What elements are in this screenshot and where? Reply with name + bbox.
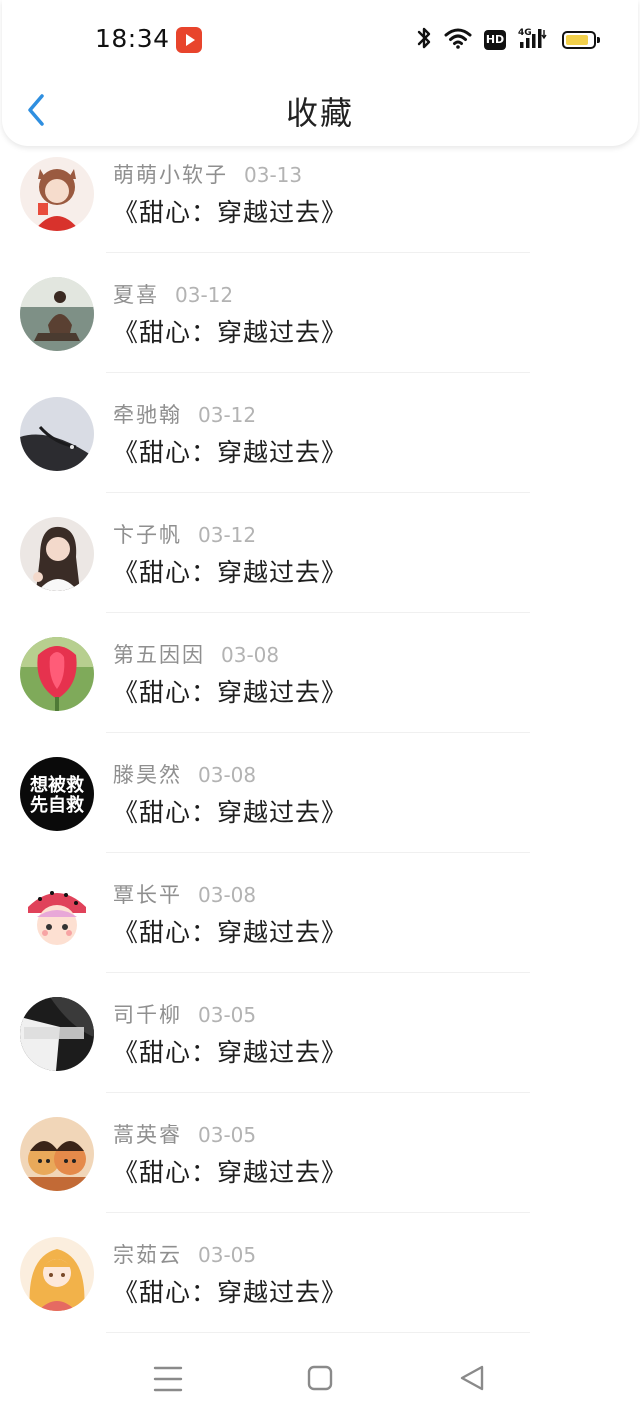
- book-title[interactable]: 《甜心：穿越过去》: [113, 673, 347, 709]
- system-nav-bar: [0, 1340, 640, 1422]
- divider: [106, 1332, 530, 1333]
- bluetooth-icon: [416, 26, 432, 54]
- list-item[interactable]: 想被救 先自救 滕昊然 03-08 《甜心：穿越过去》: [0, 733, 640, 853]
- list-item[interactable]: 司千柳 03-05 《甜心：穿越过去》: [0, 973, 640, 1093]
- status-time: 18:34: [95, 24, 170, 53]
- svg-text:4G: 4G: [518, 28, 532, 38]
- book-title[interactable]: 《甜心：穿越过去》: [113, 313, 347, 349]
- avatar: [20, 637, 94, 711]
- book-title[interactable]: 《甜心：穿越过去》: [113, 1273, 347, 1309]
- avatar: [20, 157, 94, 231]
- favorite-date: 03-05: [198, 1003, 257, 1027]
- favorite-date: 03-05: [198, 1123, 257, 1147]
- favorite-date: 03-12: [198, 523, 257, 547]
- list-item[interactable]: 第五因因 03-08 《甜心：穿越过去》: [0, 613, 640, 733]
- avatar: [20, 517, 94, 591]
- book-title[interactable]: 《甜心：穿越过去》: [113, 1153, 347, 1189]
- avatar: [20, 397, 94, 471]
- avatar: [20, 1117, 94, 1191]
- favorite-date: 03-13: [244, 163, 303, 187]
- list-item[interactable]: 卞子帆 03-12 《甜心：穿越过去》: [0, 493, 640, 613]
- user-name: 覃长平: [113, 883, 182, 907]
- user-name: 牵驰翰: [113, 403, 182, 427]
- system-back-button[interactable]: [452, 1362, 492, 1396]
- favorite-date: 03-12: [198, 403, 257, 427]
- favorite-date: 03-12: [175, 283, 234, 307]
- book-title[interactable]: 《甜心：穿越过去》: [113, 433, 347, 469]
- book-title[interactable]: 《甜心：穿越过去》: [113, 793, 347, 829]
- home-button[interactable]: [300, 1362, 340, 1396]
- user-name: 第五因因: [113, 643, 205, 667]
- user-name: 夏喜: [113, 283, 159, 307]
- favorites-list: 萌萌小软子 03-13 《甜心：穿越过去》 夏喜 03-12 《甜心：穿越过去》: [0, 133, 640, 1333]
- list-item[interactable]: 蒿英睿 03-05 《甜心：穿越过去》: [0, 1093, 640, 1213]
- favorite-date: 03-08: [198, 763, 257, 787]
- book-title[interactable]: 《甜心：穿越过去》: [113, 1033, 347, 1069]
- user-name: 宗茹云: [113, 1243, 182, 1267]
- back-triangle-icon: [460, 1365, 484, 1391]
- book-title[interactable]: 《甜心：穿越过去》: [113, 913, 347, 949]
- battery-icon: [562, 31, 600, 49]
- list-item[interactable]: 宗茹云 03-05 《甜心：穿越过去》: [0, 1213, 640, 1333]
- list-item[interactable]: 夏喜 03-12 《甜心：穿越过去》: [0, 253, 640, 373]
- page-title: 收藏: [285, 94, 354, 132]
- favorites-screen: 18:34 HD 4G 收藏 萌萌小软子 03-13 《甜心：穿越过去》 夏喜 …: [0, 0, 640, 1422]
- menu-icon: [153, 1366, 183, 1392]
- list-item[interactable]: 萌萌小软子 03-13 《甜心：穿越过去》: [0, 133, 640, 253]
- book-title[interactable]: 《甜心：穿越过去》: [113, 193, 347, 229]
- avatar: [20, 1237, 94, 1311]
- home-square-icon: [307, 1365, 333, 1391]
- avatar: [20, 277, 94, 351]
- avatar-text-line: 先自救: [30, 794, 84, 816]
- wifi-icon: [444, 27, 472, 53]
- user-name: 卞子帆: [113, 523, 182, 547]
- avatar: 想被救 先自救: [20, 757, 94, 831]
- list-item[interactable]: 覃长平 03-08 《甜心：穿越过去》: [0, 853, 640, 973]
- avatar: [20, 877, 94, 951]
- favorite-date: 03-05: [198, 1243, 257, 1267]
- title-bar: 收藏: [2, 80, 638, 146]
- list-item[interactable]: 牵驰翰 03-12 《甜心：穿越过去》: [0, 373, 640, 493]
- hd-badge: HD: [484, 30, 506, 50]
- menu-button[interactable]: [148, 1362, 188, 1396]
- status-icons: HD 4G: [404, 25, 600, 55]
- status-bar: 18:34 HD 4G: [2, 0, 638, 80]
- avatar-text-line: 想被救: [30, 774, 84, 796]
- user-name: 司千柳: [113, 1003, 182, 1027]
- cellular-signal-icon: 4G: [518, 26, 550, 54]
- user-name: 蒿英睿: [113, 1123, 182, 1147]
- screen-record-icon: [176, 27, 202, 53]
- favorite-date: 03-08: [198, 883, 257, 907]
- header: 18:34 HD 4G 收藏: [2, 0, 638, 146]
- user-name: 滕昊然: [113, 763, 182, 787]
- book-title[interactable]: 《甜心：穿越过去》: [113, 553, 347, 589]
- favorite-date: 03-08: [221, 643, 280, 667]
- user-name: 萌萌小软子: [113, 163, 228, 187]
- avatar: [20, 997, 94, 1071]
